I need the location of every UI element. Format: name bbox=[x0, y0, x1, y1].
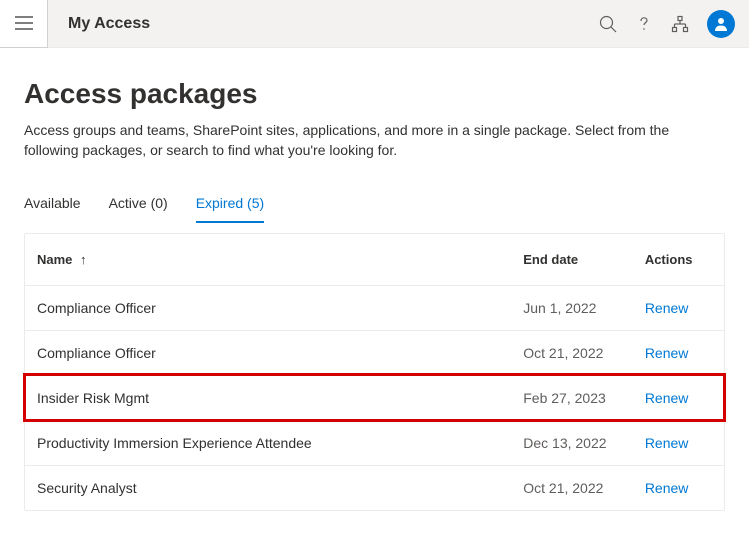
column-header-end[interactable]: End date bbox=[511, 234, 633, 286]
page-title: Access packages bbox=[24, 78, 725, 110]
help-icon bbox=[635, 15, 653, 33]
page-description: Access groups and teams, SharePoint site… bbox=[24, 120, 724, 161]
table-row: Productivity Immersion Experience Attend… bbox=[25, 420, 724, 465]
sitemap-button[interactable] bbox=[671, 15, 689, 33]
search-icon bbox=[599, 15, 617, 33]
cell-name[interactable]: Security Analyst bbox=[25, 465, 511, 510]
renew-link[interactable]: Renew bbox=[645, 300, 689, 316]
search-button[interactable] bbox=[599, 15, 617, 33]
cell-name[interactable]: Insider Risk Mgmt bbox=[25, 375, 511, 420]
tabs: Available Active (0) Expired (5) bbox=[24, 189, 725, 223]
cell-name[interactable]: Compliance Officer bbox=[25, 330, 511, 375]
top-right-icons bbox=[599, 10, 749, 38]
cell-end-date: Oct 21, 2022 bbox=[511, 465, 633, 510]
renew-link[interactable]: Renew bbox=[645, 480, 689, 496]
access-packages-table: Name ↑ End date Actions Compliance Offic… bbox=[24, 233, 725, 511]
tab-active[interactable]: Active (0) bbox=[109, 189, 168, 223]
renew-link[interactable]: Renew bbox=[645, 345, 689, 361]
app-title: My Access bbox=[68, 15, 150, 33]
renew-link[interactable]: Renew bbox=[645, 390, 689, 406]
column-header-name[interactable]: Name ↑ bbox=[25, 234, 511, 286]
content-area: Access packages Access groups and teams,… bbox=[0, 48, 749, 511]
sitemap-icon bbox=[671, 15, 689, 33]
sort-ascending-icon: ↑ bbox=[80, 252, 87, 267]
cell-end-date: Oct 21, 2022 bbox=[511, 330, 633, 375]
menu-button[interactable] bbox=[0, 0, 48, 48]
cell-end-date: Dec 13, 2022 bbox=[511, 420, 633, 465]
tab-available[interactable]: Available bbox=[24, 189, 81, 223]
help-button[interactable] bbox=[635, 15, 653, 33]
table-row: Security Analyst Oct 21, 2022 Renew bbox=[25, 465, 724, 510]
table-row-highlighted: Insider Risk Mgmt Feb 27, 2023 Renew bbox=[25, 375, 724, 420]
user-avatar[interactable] bbox=[707, 10, 735, 38]
table-row: Compliance Officer Oct 21, 2022 Renew bbox=[25, 330, 724, 375]
person-icon bbox=[713, 16, 729, 32]
cell-name[interactable]: Compliance Officer bbox=[25, 285, 511, 330]
table-header-row: Name ↑ End date Actions bbox=[25, 234, 724, 286]
hamburger-icon bbox=[15, 16, 33, 30]
cell-end-date: Jun 1, 2022 bbox=[511, 285, 633, 330]
tab-expired[interactable]: Expired (5) bbox=[196, 189, 264, 223]
column-header-name-label: Name bbox=[37, 252, 72, 267]
top-bar: My Access bbox=[0, 0, 749, 48]
cell-name[interactable]: Productivity Immersion Experience Attend… bbox=[25, 420, 511, 465]
table-row: Compliance Officer Jun 1, 2022 Renew bbox=[25, 285, 724, 330]
renew-link[interactable]: Renew bbox=[645, 435, 689, 451]
column-header-actions: Actions bbox=[633, 234, 724, 286]
cell-end-date: Feb 27, 2023 bbox=[511, 375, 633, 420]
